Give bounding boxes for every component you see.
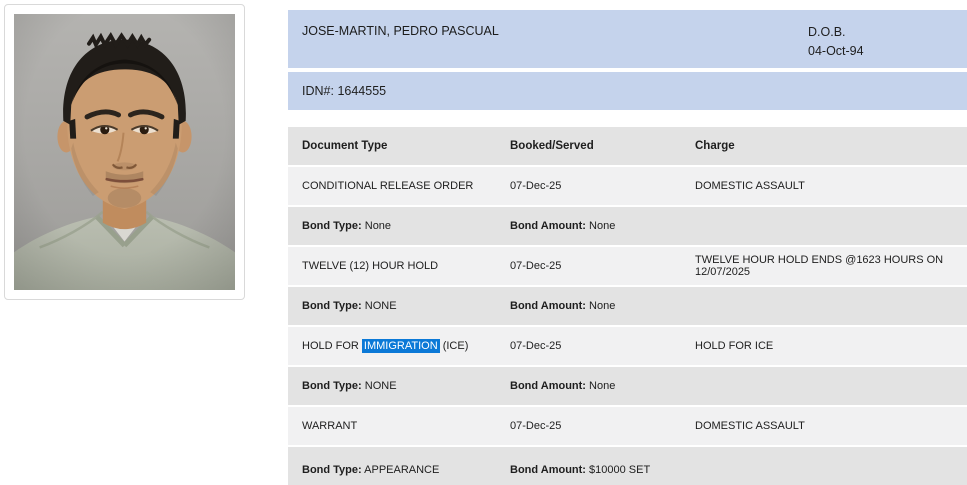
search-highlight: IMMIGRATION <box>361 339 440 353</box>
cell-bond-type: Bond Type: APPEARANCE <box>302 464 510 476</box>
bond-type-label: Bond Type: <box>302 300 362 312</box>
cell-bond-type: Bond Type: NONE <box>302 300 510 312</box>
cell-bond-amount: Bond Amount: $10000 SET <box>510 464 695 476</box>
idn-label: IDN#: <box>302 84 334 98</box>
bond-type-label: Bond Type: <box>302 464 362 476</box>
bond-type-value: APPEARANCE <box>364 464 440 476</box>
dob-value: 04-Oct-94 <box>808 44 864 58</box>
name-header-bar: JOSE-MARTIN, PEDRO PASCUAL D.O.B. 04-Oct… <box>288 10 967 68</box>
document-type-prefix: HOLD FOR <box>302 340 362 352</box>
table-row-document: HOLD FOR IMMIGRATION (ICE) 07-Dec-25 HOLD … <box>288 327 967 365</box>
bond-type-label: Bond Type: <box>302 220 362 232</box>
mugshot-card <box>4 4 245 300</box>
bond-amount-label: Bond Amount: <box>510 300 586 312</box>
table-header-row: Document Type Booked/Served Charge <box>288 127 967 165</box>
bond-amount-label: Bond Amount: <box>510 464 586 476</box>
cell-document-type: HOLD FOR IMMIGRATION (ICE) <box>302 339 510 353</box>
bond-amount-value: None <box>589 220 616 232</box>
table-row-document: TWELVE (12) HOUR HOLD 07-Dec-25 TWELVE HOU… <box>288 247 967 285</box>
bond-type-value: NONE <box>364 300 397 312</box>
idn-bar: IDN#: 1644555 <box>288 72 967 110</box>
bond-type-label: Bond Type: <box>302 380 362 392</box>
table-row-document: WARRANT 07-Dec-25 DOMESTIC ASSAULT <box>288 407 967 445</box>
cell-bond-type: Bond Type: NONE <box>302 380 510 392</box>
cell-bond-amount: Bond Amount: None <box>510 220 695 232</box>
bond-type-value: None <box>364 220 392 232</box>
bond-amount-label: Bond Amount: <box>510 220 586 232</box>
table-row-bond: Bond Type: NONE Bond Amount: None <box>288 287 967 325</box>
idn-value: 1644555 <box>337 84 387 98</box>
table-row-bond: Bond Type: APPEARANCE Bond Amount: $10000… <box>288 447 967 485</box>
document-type-suffix: (ICE) <box>439 340 469 352</box>
bond-amount-label: Bond Amount: <box>510 380 586 392</box>
table-row-document: CONDITIONAL RELEASE ORDER 07-Dec-25 DOMEST… <box>288 167 967 205</box>
col-header-booked-served: Booked/Served <box>510 140 594 152</box>
cell-charge: DOMESTIC ASSAULT <box>695 420 805 432</box>
cell-document-type: CONDITIONAL RELEASE ORDER <box>302 180 474 192</box>
dob-label: D.O.B. <box>808 25 846 39</box>
cell-booked-served: 07-Dec-25 <box>510 180 562 192</box>
documents-table: Document Type Booked/Served Charge CONDI… <box>288 127 967 485</box>
cell-bond-amount: Bond Amount: None <box>510 300 695 312</box>
cell-booked-served: 07-Dec-25 <box>510 420 562 432</box>
mugshot-photo <box>14 14 235 290</box>
bond-amount-value: $10000 SET <box>589 464 651 476</box>
bond-type-value: NONE <box>364 380 397 392</box>
col-header-charge: Charge <box>695 140 735 152</box>
dob-block: D.O.B. 04-Oct-94 <box>808 23 864 61</box>
cell-charge: HOLD FOR ICE <box>695 340 774 352</box>
cell-charge: DOMESTIC ASSAULT <box>695 180 805 192</box>
cell-booked-served: 07-Dec-25 <box>510 260 562 272</box>
table-row-bond: Bond Type: None Bond Amount: None <box>288 207 967 245</box>
cell-charge: TWELVE HOUR HOLD ENDS @1623 HOURS ON 12/… <box>695 254 944 278</box>
cell-document-type: TWELVE (12) HOUR HOLD <box>302 260 439 272</box>
cell-booked-served: 07-Dec-25 <box>510 340 562 352</box>
cell-bond-type: Bond Type: None <box>302 220 510 232</box>
table-row-bond: Bond Type: NONE Bond Amount: None <box>288 367 967 405</box>
table-body: CONDITIONAL RELEASE ORDER 07-Dec-25 DOMEST… <box>288 167 967 485</box>
col-header-document-type: Document Type <box>302 140 388 152</box>
bond-amount-value: None <box>589 380 616 392</box>
bond-amount-value: None <box>589 300 616 312</box>
cell-bond-amount: Bond Amount: None <box>510 380 695 392</box>
cell-document-type: WARRANT <box>302 420 358 432</box>
inmate-detail-panel: JOSE-MARTIN, PEDRO PASCUAL D.O.B. 04-Oct… <box>288 0 967 485</box>
